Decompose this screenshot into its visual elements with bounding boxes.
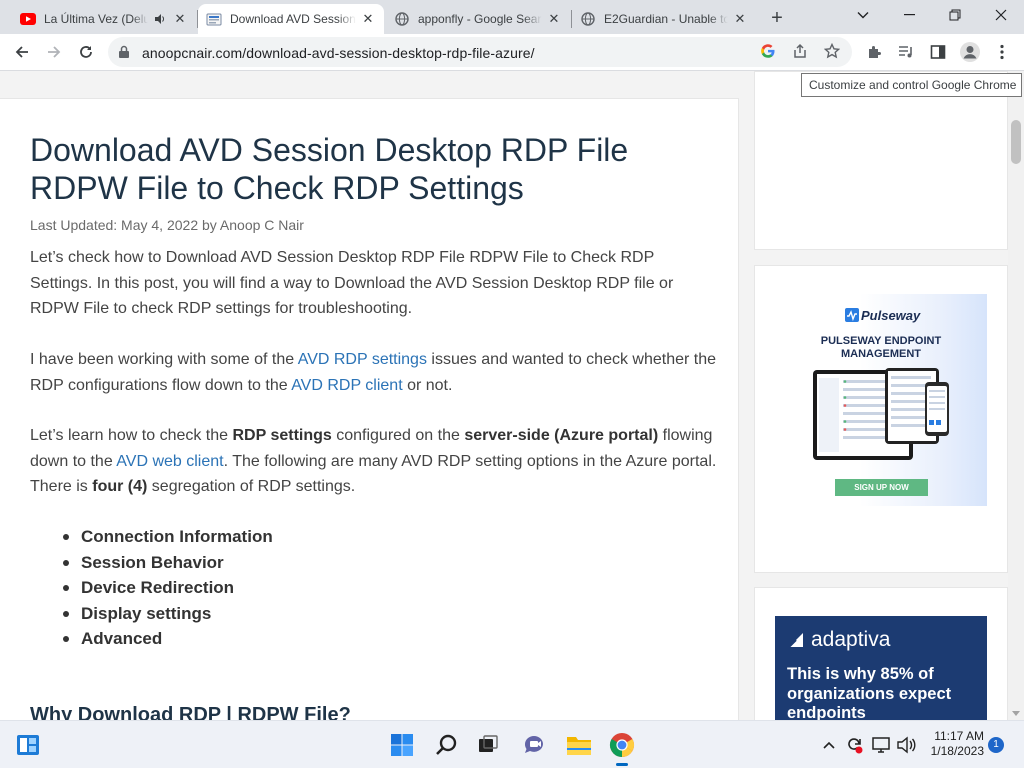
minimize-icon[interactable] (886, 0, 932, 30)
system-clock[interactable]: 11:17 AM 1/18/2023 (922, 729, 984, 759)
rdp-settings-list: Connection Information Session Behavior … (63, 524, 273, 652)
bookmark-star-icon[interactable] (823, 42, 841, 64)
avd-rdp-settings-link[interactable]: AVD RDP settings (298, 351, 427, 368)
page-viewport: Download AVD Session Desktop RDP File RD… (0, 71, 1024, 720)
media-control-icon[interactable] (892, 38, 920, 66)
profile-avatar-icon[interactable] (956, 38, 984, 66)
article-meta: Last Updated: May 4, 2022 by Anoop C Nai… (30, 217, 304, 233)
menu-tooltip: Customize and control Google Chrome (801, 73, 1022, 97)
list-item: Connection Information (63, 524, 273, 550)
widgets-icon[interactable] (12, 729, 44, 761)
browser-chrome: La Última Vez (Deluxe) ✕ Download AVD Se… (0, 0, 1024, 71)
url-text: anoopcnair.com/download-avd-session-desk… (142, 45, 535, 61)
text-span: or not. (402, 376, 453, 394)
bold-text: server-side (Azure portal) (464, 427, 659, 444)
pulseway-logo: Pulseway (845, 308, 920, 323)
browser-toolbar: anoopcnair.com/download-avd-session-desk… (0, 34, 1024, 71)
lock-icon[interactable] (118, 45, 130, 64)
close-tab-icon[interactable]: ✕ (172, 11, 188, 27)
volume-icon[interactable] (894, 729, 918, 761)
adaptiva-brand: adaptiva (811, 628, 891, 651)
tab-active-avd[interactable]: Download AVD Session Desktop RDP ✕ (198, 4, 384, 34)
adaptiva-ad[interactable]: adaptiva This is why 85% of organization… (775, 616, 987, 720)
site-icon (206, 11, 222, 27)
bold-text: four (4) (92, 478, 148, 495)
intro-paragraph: Let’s check how to Download AVD Session … (30, 249, 674, 317)
article-title: Download AVD Session Desktop RDP File RD… (30, 132, 629, 206)
teams-chat-icon[interactable] (518, 729, 550, 761)
tab-youtube[interactable]: La Última Vez (Deluxe) ✕ (12, 4, 196, 34)
sidebar-widget-empty (754, 71, 1008, 250)
vertical-scrollbar[interactable] (1008, 71, 1024, 720)
forward-arrow-icon[interactable] (40, 38, 68, 66)
text-span: configured on the (331, 427, 465, 444)
pulseway-headline: PULSEWAY ENDPOINT MANAGEMENT (775, 335, 987, 361)
close-tab-icon[interactable]: ✕ (732, 11, 748, 27)
article-card: Download AVD Session Desktop RDP File RD… (0, 98, 739, 720)
list-item: Session Behavior (63, 550, 273, 576)
text-span: segregation of RDP settings. (147, 478, 356, 495)
adaptiva-mark-icon (788, 633, 803, 648)
close-tab-icon[interactable]: ✕ (546, 11, 562, 27)
devices-illustration (813, 368, 949, 460)
pulseway-ad[interactable]: Pulseway PULSEWAY ENDPOINT MANAGEMENT SI… (775, 294, 987, 506)
tab-e2guardian[interactable]: E2Guardian - Unable to load ✕ (572, 4, 756, 34)
headline-line: PULSEWAY ENDPOINT (820, 335, 942, 347)
new-tab-button[interactable]: + (764, 6, 790, 30)
restore-icon[interactable] (932, 0, 978, 30)
tab-search-icon[interactable] (840, 0, 886, 30)
list-item: Advanced (63, 626, 273, 652)
list-item: Display settings (63, 601, 273, 627)
globe-icon (580, 11, 596, 27)
extensions-puzzle-icon[interactable] (860, 38, 888, 66)
task-view-icon[interactable] (472, 729, 504, 761)
notification-badge[interactable]: 1 (988, 737, 1004, 753)
avd-rdp-client-link[interactable]: AVD RDP client (291, 377, 402, 394)
youtube-icon (20, 11, 36, 27)
section-heading: Why Download RDP | RDPW File? (30, 704, 351, 720)
list-item: Device Redirection (63, 575, 273, 601)
globe-icon (394, 11, 410, 27)
tab-strip: La Última Vez (Deluxe) ✕ Download AVD Se… (0, 0, 1024, 34)
paragraph-2: I have been working with some of the AVD… (30, 347, 720, 398)
chrome-taskbar-icon[interactable] (606, 729, 638, 766)
close-window-icon[interactable] (978, 0, 1024, 30)
chrome-menu-icon[interactable] (988, 38, 1016, 66)
sync-alert-icon[interactable] (842, 729, 866, 761)
start-windows-icon[interactable] (386, 729, 418, 761)
back-arrow-icon[interactable] (8, 38, 36, 66)
text-span: I have been working with some of the (30, 351, 298, 368)
tab-google-search[interactable]: apponfly - Google Search ✕ (386, 4, 570, 34)
text-span: Let’s learn how to check the (30, 427, 233, 444)
adaptiva-copy: This is why 85% of organizations expect … (787, 665, 952, 720)
tab-title: Download AVD Session Desktop RDP (230, 12, 356, 26)
pulseway-brand: Pulseway (861, 308, 921, 323)
scroll-down-arrow-icon[interactable] (1012, 711, 1020, 716)
active-app-indicator (616, 763, 628, 766)
tab-title: La Última Vez (Deluxe) (44, 12, 148, 26)
adaptiva-logo: adaptiva (787, 628, 890, 652)
file-explorer-icon[interactable] (563, 729, 595, 761)
sign-up-button[interactable]: SIGN UP NOW (835, 479, 928, 496)
bold-text: RDP settings (232, 427, 332, 444)
google-lens-icon[interactable] (760, 43, 776, 64)
avd-web-client-link[interactable]: AVD web client (116, 453, 223, 470)
close-tab-icon[interactable]: ✕ (360, 11, 376, 27)
paragraph-3: Let’s learn how to check the RDP setting… (30, 423, 720, 500)
reload-icon[interactable] (72, 38, 100, 66)
clock-time: 11:17 AM (934, 729, 984, 743)
share-icon[interactable] (792, 43, 808, 64)
side-panel-icon[interactable] (924, 38, 952, 66)
taskbar: 11:17 AM 1/18/2023 1 (0, 720, 1024, 768)
address-bar[interactable]: anoopcnair.com/download-avd-session-desk… (108, 37, 852, 67)
tab-title: E2Guardian - Unable to load (604, 12, 728, 26)
tab-title: apponfly - Google Search (418, 12, 542, 26)
search-icon[interactable] (431, 729, 463, 761)
chevron-up-icon[interactable] (818, 729, 840, 761)
clock-date: 1/18/2023 (930, 744, 984, 758)
headline-line: MANAGEMENT (840, 348, 922, 360)
scrollbar-thumb[interactable] (1011, 120, 1021, 164)
speaker-icon[interactable] (152, 11, 168, 27)
network-icon[interactable] (869, 729, 893, 761)
